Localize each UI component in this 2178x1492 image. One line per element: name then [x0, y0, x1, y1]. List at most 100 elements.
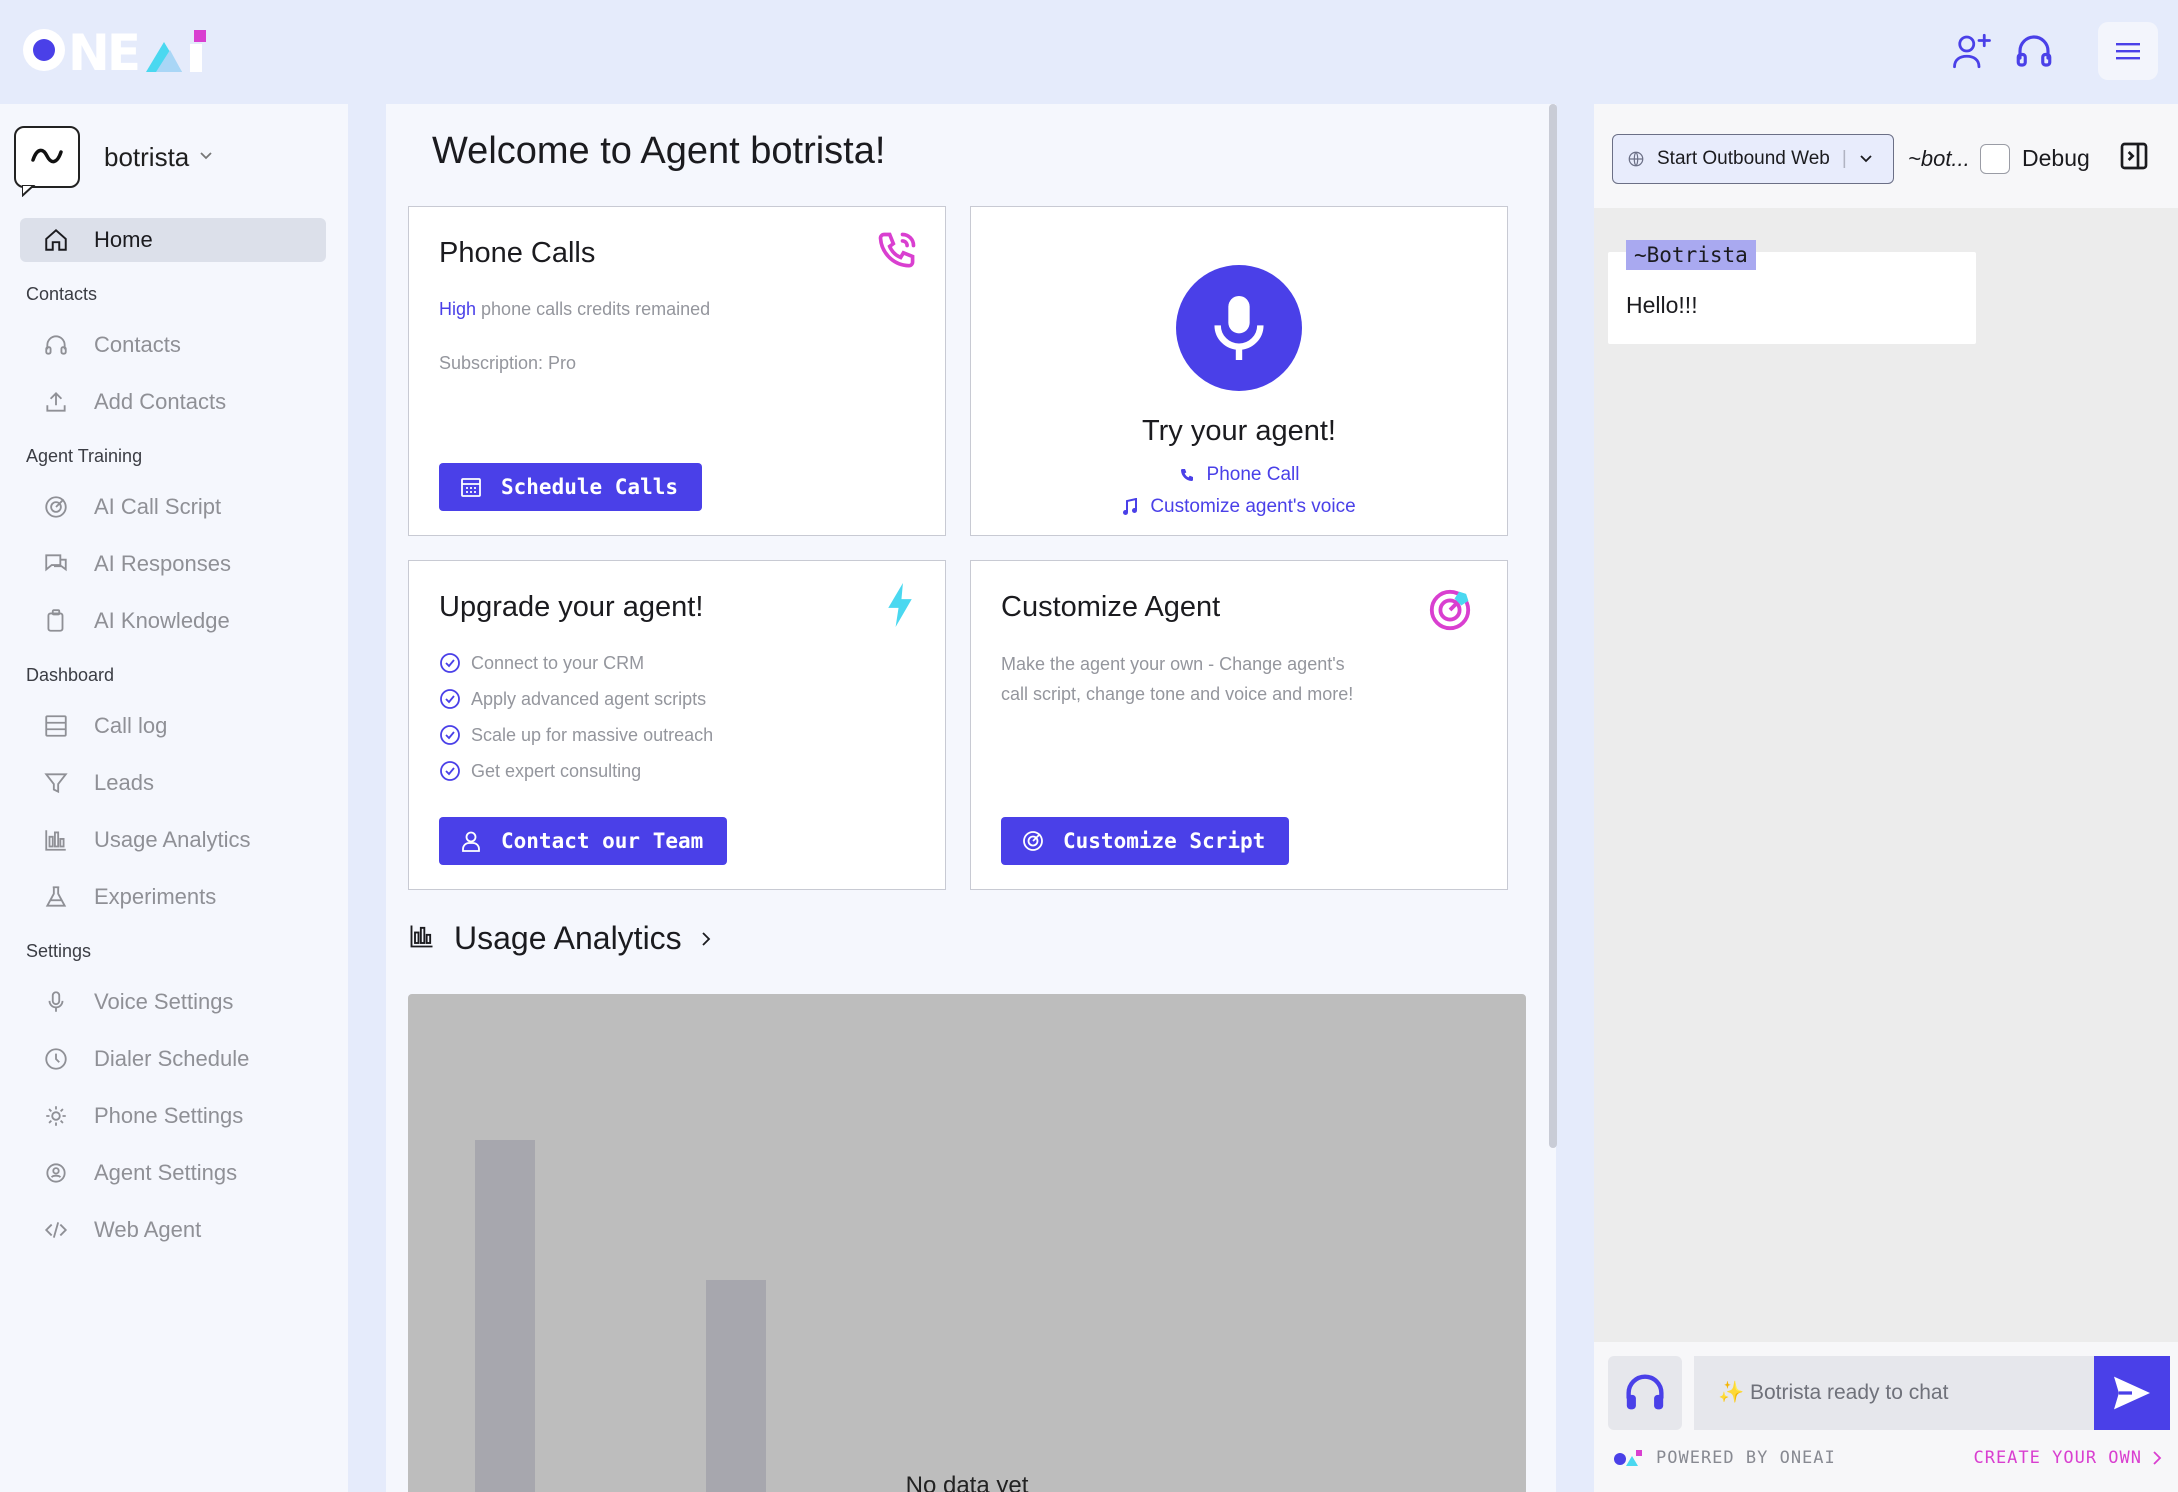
sidebar-item-ai-responses[interactable]: AI Responses	[20, 542, 326, 586]
sidebar-item-label: AI Responses	[94, 551, 231, 576]
sidebar-item-label: Web Agent	[94, 1217, 202, 1242]
check-circle-icon	[439, 688, 461, 710]
feature-item: Scale up for massive outreach	[439, 717, 713, 753]
feature-item: Apply advanced agent scripts	[439, 681, 713, 717]
top-bar: NE	[0, 0, 2178, 104]
feature-label: Scale up for massive outreach	[471, 724, 714, 745]
sidebar-item-phone-settings[interactable]: Phone Settings	[20, 1094, 326, 1138]
voice-chat-button[interactable]	[1608, 1356, 1682, 1430]
collapse-panel-icon[interactable]	[2118, 140, 2150, 172]
oneai-logo[interactable]: NE	[18, 24, 214, 76]
check-circle-icon	[439, 724, 461, 746]
mic-button[interactable]	[1176, 265, 1302, 391]
phone-calls-card: Phone Calls High phone calls credits rem…	[408, 206, 946, 536]
description-line: Make the agent your own - Change agent's	[1001, 654, 1345, 674]
home-icon	[42, 226, 70, 254]
target-icon	[1427, 587, 1473, 638]
sidebar-item-call-log[interactable]: Call log	[20, 704, 326, 748]
link-label: Phone Call	[1206, 464, 1300, 485]
select-value: Start Outbound Web	[1657, 148, 1830, 169]
sidebar-item-ai-call-script[interactable]: AI Call Script	[20, 485, 326, 529]
bar-chart-icon	[408, 922, 436, 955]
chat-toolbar: Start Outbound Web | ~bot... Debug	[1594, 104, 2178, 208]
message-sender: ~Botrista	[1626, 240, 1756, 270]
contact-team-button[interactable]: Contact our Team	[439, 817, 728, 865]
svg-text:NE: NE	[68, 24, 138, 76]
sidebar: botrista Home Contacts Contacts Add Cont…	[0, 104, 348, 1492]
section-title-contacts: Contacts	[26, 284, 98, 304]
user-icon	[459, 829, 483, 853]
phone-call-link[interactable]: Phone Call	[971, 459, 1507, 491]
credits-level: High	[439, 299, 477, 319]
filter-icon	[42, 769, 70, 797]
sidebar-item-agent-settings[interactable]: Agent Settings	[20, 1151, 326, 1195]
card-title: Phone Calls	[439, 237, 596, 269]
schedule-calls-button[interactable]: Schedule Calls	[439, 463, 703, 511]
send-button[interactable]	[2094, 1356, 2170, 1430]
chat-input[interactable]: ✨ Botrista ready to chat	[1694, 1356, 2098, 1430]
button-label: Customize Script	[1063, 829, 1266, 853]
sidebar-item-web-agent[interactable]: Web Agent	[20, 1208, 326, 1252]
table-icon	[42, 712, 70, 740]
sidebar-item-voice-settings[interactable]: Voice Settings	[20, 980, 326, 1024]
agent-switcher[interactable]: botrista	[14, 126, 213, 197]
link-label: CREATE YOUR OWN	[1973, 1448, 2142, 1468]
phone-icon	[1179, 467, 1195, 483]
feature-label: Get expert consulting	[471, 760, 642, 781]
usage-chart: No data yet	[408, 994, 1526, 1492]
add-user-icon[interactable]	[1944, 23, 2000, 79]
section-title-dashboard: Dashboard	[26, 665, 115, 685]
headset-icon[interactable]	[2006, 23, 2062, 79]
phone-gear-icon	[42, 1102, 70, 1130]
sidebar-item-ai-knowledge[interactable]: AI Knowledge	[20, 599, 326, 643]
message-text: Hello!!!	[1626, 292, 1698, 318]
sidebar-item-experiments[interactable]: Experiments	[20, 875, 326, 919]
powered-by-label: POWERED BY ONEAI	[1656, 1448, 1836, 1468]
lightning-icon	[885, 583, 915, 632]
sidebar-item-home[interactable]: Home	[20, 218, 326, 262]
description-line: call script, change tone and voice and m…	[1001, 684, 1354, 704]
mic-icon	[1214, 296, 1264, 360]
customize-script-button[interactable]: Customize Script	[1001, 817, 1290, 865]
headset-icon	[1626, 1374, 1664, 1410]
user-gear-icon	[42, 1159, 70, 1187]
sidebar-item-label: Usage Analytics	[94, 827, 251, 852]
target-icon	[1021, 829, 1045, 853]
debug-checkbox[interactable]	[1980, 144, 2010, 174]
button-label: Schedule Calls	[501, 475, 679, 499]
chart-bar	[706, 1280, 766, 1492]
chat-icon	[42, 550, 70, 578]
main-scrollbar[interactable]	[1549, 104, 1557, 1148]
sidebar-item-label: Call log	[94, 713, 168, 738]
oneai-mini-logo	[1612, 1448, 1644, 1468]
sidebar-item-label: Contacts	[94, 332, 181, 357]
code-icon	[42, 1216, 70, 1244]
chevron-down-icon	[1859, 148, 1873, 170]
card-title: Customize Agent	[1001, 591, 1221, 623]
bar-chart-icon	[42, 826, 70, 854]
sidebar-item-label: Dialer Schedule	[94, 1046, 250, 1071]
button-label: Contact our Team	[501, 829, 704, 853]
menu-button[interactable]	[2098, 22, 2158, 80]
agent-avatar	[14, 126, 80, 197]
sidebar-item-label: Home	[94, 227, 153, 252]
phone-icon	[875, 229, 919, 278]
mode-select[interactable]: Start Outbound Web |	[1612, 134, 1894, 184]
sidebar-item-label: Voice Settings	[94, 989, 234, 1014]
chat-panel: Start Outbound Web | ~bot... Debug ~Botr…	[1594, 104, 2178, 1492]
usage-analytics-header[interactable]: Usage Analytics	[408, 920, 712, 957]
mic-icon	[42, 988, 70, 1016]
select-divider: |	[1841, 148, 1847, 169]
sidebar-item-label: Agent Settings	[94, 1160, 238, 1185]
sidebar-item-add-contacts[interactable]: Add Contacts	[20, 380, 326, 424]
sidebar-item-usage-analytics[interactable]: Usage Analytics	[20, 818, 326, 862]
sidebar-item-dialer-schedule[interactable]: Dialer Schedule	[20, 1037, 326, 1081]
sidebar-item-leads[interactable]: Leads	[20, 761, 326, 805]
sidebar-nav: Home Contacts Contacts Add Contacts Agen…	[20, 218, 326, 1265]
main-content: Welcome to Agent botrista! Phone Calls H…	[386, 104, 1556, 1492]
create-your-own-link[interactable]: CREATE YOUR OWN	[1973, 1448, 2164, 1468]
customize-voice-link[interactable]: Customize agent's voice	[971, 491, 1507, 523]
sidebar-item-contacts[interactable]: Contacts	[20, 323, 326, 367]
feature-item: Get expert consulting	[439, 753, 713, 789]
try-agent-card: Try your agent! Phone Call Customize age…	[970, 206, 1508, 536]
